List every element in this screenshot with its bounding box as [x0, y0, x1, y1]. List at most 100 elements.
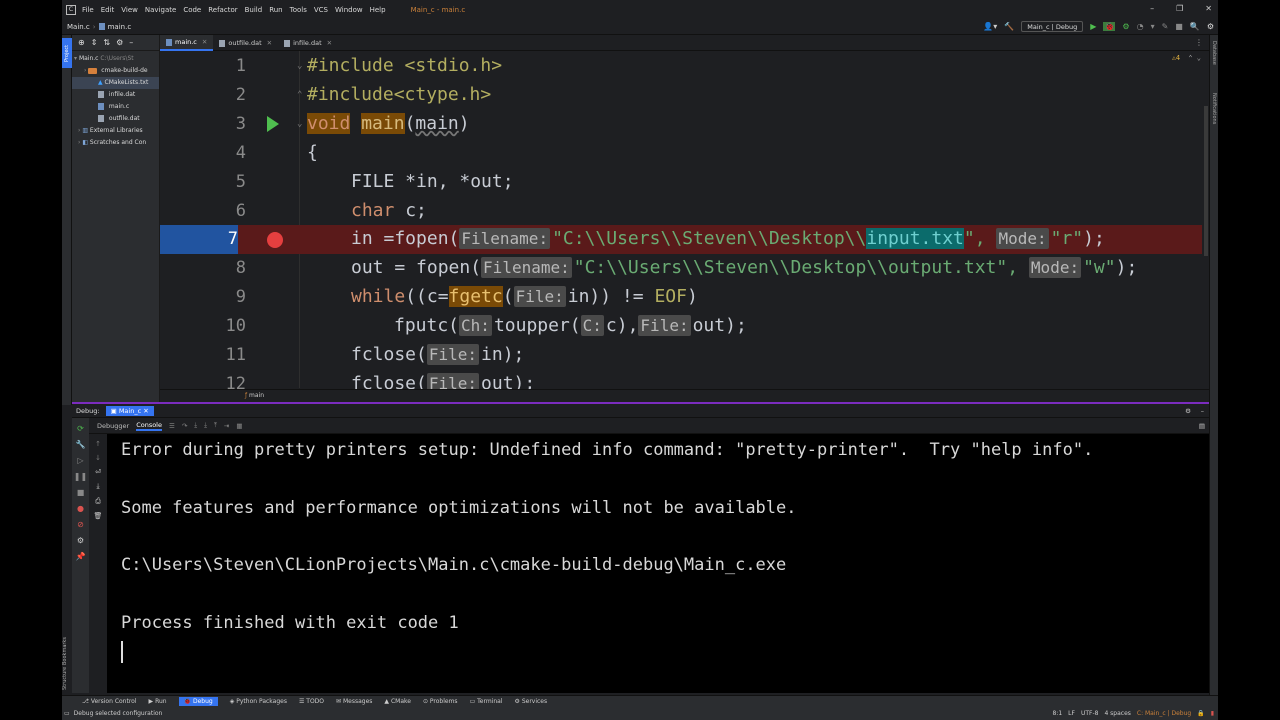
close-icon[interactable]: ✕ [143, 407, 148, 415]
wrench-icon[interactable]: 🔧 [76, 440, 86, 449]
status-layout-icon[interactable]: ▭ [64, 710, 70, 717]
fold-icon[interactable]: ⌄ [297, 61, 302, 71]
locate-icon[interactable]: ⊕ [78, 38, 85, 47]
menu-view[interactable]: View [121, 6, 138, 14]
debug-icon[interactable]: 🐞 [1103, 22, 1116, 31]
scroll-to-end-icon[interactable]: ⤓ [96, 482, 99, 491]
tab-services[interactable]: ⚙ Services [515, 698, 548, 705]
search-icon[interactable]: 🔍 [1190, 22, 1200, 31]
run-to-cursor-icon[interactable]: ⇥ [224, 422, 229, 430]
console-output[interactable]: Error during pretty printers setup: Unde… [107, 434, 1209, 693]
structure-tool-tab[interactable]: Structure [62, 667, 68, 690]
tab-problems[interactable]: ⊙ Problems [423, 698, 458, 705]
arrow-down-icon[interactable]: ↓ [95, 454, 101, 462]
resume-icon[interactable]: ▷ [77, 456, 83, 465]
breakpoint-icon[interactable] [267, 232, 283, 248]
code-line-8[interactable]: 8 out = fopen(Filename: "C:\\Users\\Steve… [160, 254, 1209, 283]
code-line-2[interactable]: 2 ⌃ #include<ctype.h> [160, 81, 1209, 110]
tab-version-control[interactable]: ⎇ Version Control [82, 698, 137, 705]
breadcrumb-function[interactable]: main [249, 392, 264, 399]
attach-icon[interactable]: ✎ [1162, 22, 1169, 31]
close-icon[interactable]: ✕ [1205, 4, 1212, 13]
tree-external-libraries[interactable]: › ▥ External Libraries [72, 125, 159, 137]
tab-infile[interactable]: infile.dat ✕ [278, 35, 338, 51]
menu-help[interactable]: Help [370, 6, 386, 14]
code-line-11[interactable]: 11 fclose(File: in); [160, 341, 1209, 370]
pause-icon[interactable]: ❚❚ [74, 472, 87, 481]
menu-code[interactable]: Code [183, 6, 201, 14]
run-icon[interactable]: ▶ [1090, 22, 1096, 31]
menu-edit[interactable]: Edit [101, 6, 115, 14]
breadcrumb-file[interactable]: main.c [108, 23, 132, 31]
close-tab-icon[interactable]: ✕ [267, 39, 272, 47]
line-separator[interactable]: LF [1068, 710, 1075, 717]
hide-panel-icon[interactable]: – [129, 38, 133, 47]
more-tabs-icon[interactable]: ⋮ [1195, 38, 1203, 47]
expand-all-icon[interactable]: ⇅ [103, 38, 110, 47]
code-line-4[interactable]: 4 { [160, 139, 1209, 168]
code-line-3[interactable]: 3 ⌄ void main(main) [160, 110, 1209, 139]
menu-vcs[interactable]: VCS [314, 6, 328, 14]
project-tool-tab[interactable]: Project [62, 38, 72, 68]
menu-window[interactable]: Window [335, 6, 363, 14]
evaluate-icon[interactable]: ▦ [236, 422, 242, 430]
breadcrumb-project[interactable]: Main.c [67, 23, 90, 31]
run-coverage-icon[interactable]: ⚙ [1122, 22, 1129, 31]
arrow-up-icon[interactable]: ↑ [95, 440, 101, 448]
tab-todo[interactable]: ☰ TODO [299, 698, 324, 705]
restore-layout-icon[interactable]: ▤ [1199, 422, 1205, 430]
step-into-icon[interactable]: ⤓ [194, 421, 197, 430]
stop-icon[interactable]: ■ [77, 488, 85, 497]
tab-run[interactable]: ▶ Run [149, 698, 167, 705]
tree-scratches[interactable]: › ◧ Scratches and Con [72, 137, 159, 149]
indent-setting[interactable]: 4 spaces [1104, 710, 1130, 717]
tab-debugger[interactable]: Debugger [97, 422, 129, 430]
collapse-all-icon[interactable]: ⇕ [91, 38, 98, 47]
view-breakpoints-icon[interactable]: ● [77, 504, 84, 513]
print-icon[interactable]: ⎙ [95, 497, 101, 506]
tab-python-packages[interactable]: ◈ Python Packages [230, 698, 287, 705]
more-run-icon[interactable]: ▾ [1151, 22, 1155, 31]
trash-icon[interactable]: 🗑 [94, 512, 103, 520]
hide-panel-icon[interactable]: – [1201, 407, 1204, 415]
code-line-6[interactable]: 6 char c; [160, 197, 1209, 226]
tree-item-infile[interactable]: infile.dat [72, 89, 159, 101]
stop-icon[interactable]: ■ [1175, 22, 1183, 31]
scrollbar-thumb[interactable] [1204, 106, 1208, 256]
caret-position[interactable]: 8:1 [1052, 710, 1062, 717]
rerun-icon[interactable]: ⟳ [77, 424, 84, 433]
run-gutter-icon[interactable] [267, 116, 279, 132]
fold-icon[interactable]: ⌃ [297, 90, 302, 100]
tree-root[interactable]: ▾ Main.c C:\Users\St [72, 53, 159, 65]
mute-breakpoints-icon[interactable]: ⊘ [77, 520, 84, 529]
pin-icon[interactable]: 📌 [76, 552, 86, 561]
run-config-select[interactable]: Main_c | Debug [1021, 21, 1084, 32]
soft-wrap-icon[interactable]: ⏎ [95, 468, 101, 476]
code-editor[interactable]: ⚠4 ⌃ ⌄ 1 ⌄ #include <stdio.h> 2 ⌃ #inclu… [160, 51, 1209, 394]
lock-icon[interactable]: 🔒 [1197, 710, 1204, 717]
menu-refactor[interactable]: Refactor [208, 6, 237, 14]
menu-build[interactable]: Build [245, 6, 263, 14]
settings-gear-icon[interactable]: ⚙ [1185, 407, 1191, 415]
step-over-icon[interactable]: ↷ [182, 422, 187, 430]
tab-console[interactable]: Console [136, 421, 162, 431]
tree-item-cmake-build[interactable]: › cmake-build-de [72, 65, 159, 77]
tab-terminal[interactable]: ▭ Terminal [470, 698, 503, 705]
tab-cmake[interactable]: ▲ CMake [384, 698, 411, 705]
code-line-7-breakpoint[interactable]: 7 in =fopen(Filename: "C:\\Users\\Steven\… [160, 225, 1209, 254]
file-encoding[interactable]: UTF-8 [1081, 710, 1099, 717]
editor-scrollbar[interactable] [1202, 51, 1209, 388]
minimize-icon[interactable]: – [1150, 4, 1154, 13]
tab-main-c[interactable]: main.c ✕ [160, 35, 214, 51]
step-out-icon[interactable]: ⤒ [214, 421, 217, 430]
user-icon[interactable]: 👤▾ [983, 22, 997, 31]
database-tool-tab[interactable]: Database [1211, 41, 1217, 65]
restore-icon[interactable]: ❐ [1176, 4, 1183, 13]
tab-messages[interactable]: ✉ Messages [336, 698, 372, 705]
tree-item-outfile[interactable]: outfile.dat [72, 113, 159, 125]
profile-icon[interactable]: ◔ [1137, 22, 1144, 31]
tree-item-cmakelists[interactable]: ▲ CMakeLists.txt [72, 77, 159, 89]
options-gear-icon[interactable]: ⚙ [116, 38, 123, 47]
bookmarks-tool-tab[interactable]: Bookmarks [62, 637, 68, 665]
layout-icon[interactable]: ☰ [169, 422, 175, 430]
